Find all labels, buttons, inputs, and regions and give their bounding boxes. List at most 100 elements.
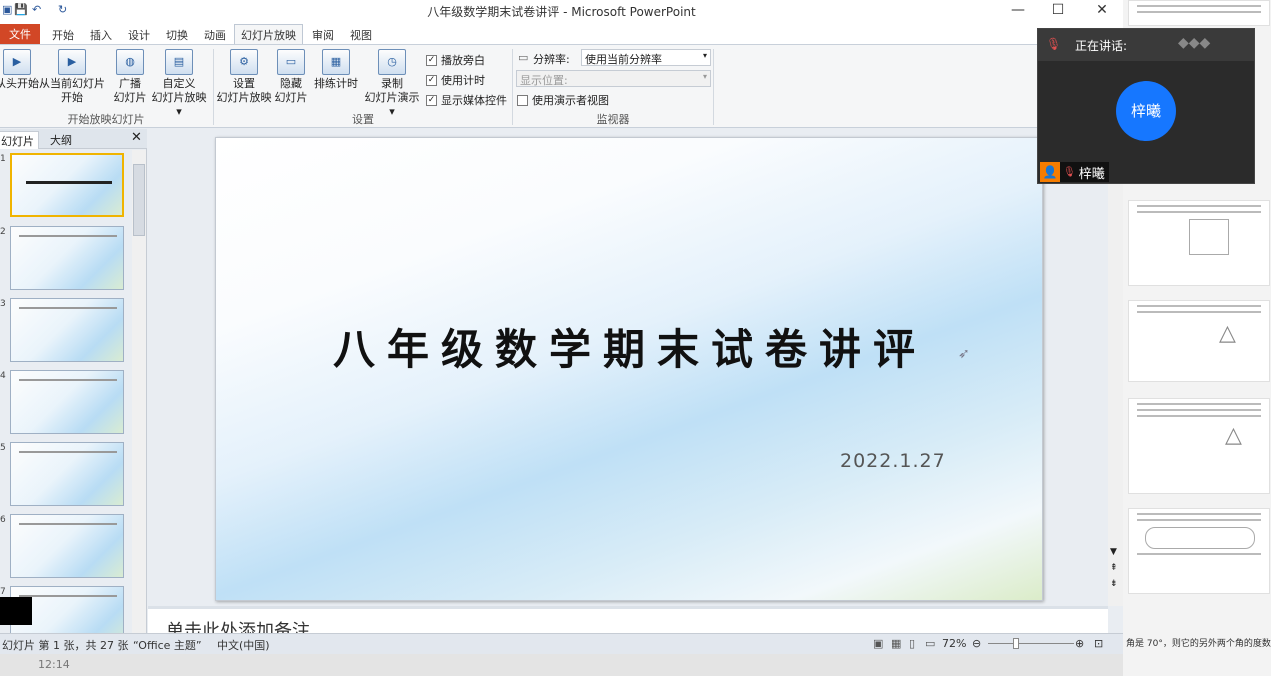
- normal-view-icon[interactable]: ▣: [873, 637, 883, 650]
- media-label: 显示媒体控件: [441, 94, 507, 107]
- slide-thumbnail[interactable]: [10, 370, 124, 434]
- next-slide-icon[interactable]: ⇟: [1110, 579, 1118, 589]
- rehearse-button[interactable]: ▦ 排练计时: [312, 49, 360, 91]
- zoom-out-icon[interactable]: ⊖: [972, 637, 981, 650]
- slide-scrollbar[interactable]: ▼ ⇞ ⇟: [1108, 129, 1123, 606]
- scroll-thumb[interactable]: [133, 164, 145, 236]
- zoom-in-icon[interactable]: ⊕: [1075, 637, 1084, 650]
- record-button[interactable]: ◷ 录制 幻灯片演示 ▾: [360, 49, 424, 119]
- prev-slide-icon[interactable]: ⇞: [1110, 563, 1118, 573]
- taskbar: 12:14: [0, 654, 1123, 676]
- doc-page: [1128, 200, 1270, 286]
- tab-animations[interactable]: 动画: [198, 25, 232, 44]
- tab-home[interactable]: 开始: [46, 25, 80, 44]
- tab-outline[interactable]: 大纲: [46, 131, 76, 149]
- media-controls-checkbox[interactable]: ✓ 显示媒体控件: [426, 92, 507, 108]
- slide-thumbnail[interactable]: [10, 442, 124, 506]
- slide-thumbnail[interactable]: [10, 514, 124, 578]
- tab-file[interactable]: 文件: [0, 24, 40, 44]
- presenter-view-checkbox[interactable]: 使用演示者视图: [517, 92, 609, 108]
- slide-info: 幻灯片 第 1 张，共 27 张: [2, 639, 129, 652]
- play-icon: ▶: [3, 49, 31, 75]
- slide-number: 3: [0, 299, 6, 309]
- slide-thumbnail[interactable]: [10, 153, 124, 217]
- broadcast-button[interactable]: ◍ 广播 幻灯片: [110, 49, 150, 105]
- broadcast-label: 广播: [119, 77, 141, 90]
- scroll-down-icon[interactable]: ▼: [1110, 547, 1117, 557]
- notes-placeholder[interactable]: 单击此处添加备注: [166, 617, 310, 633]
- timing-checkbox[interactable]: ✓ 使用计时: [426, 72, 485, 88]
- powerpoint-window: ▣ 💾 ↶ ↻ 八年级数学期末试卷讲评 - Microsoft PowerPoi…: [0, 0, 1123, 654]
- maximize-button[interactable]: ☐: [1038, 0, 1078, 22]
- close-icon[interactable]: ✕: [131, 130, 142, 145]
- slide-number: 4: [0, 371, 6, 381]
- tab-transitions[interactable]: 切换: [160, 25, 194, 44]
- participant-name: 梓曦: [1078, 166, 1105, 182]
- hide-label: 隐藏: [280, 77, 302, 90]
- check-icon: ✓: [426, 94, 437, 106]
- chevron-down-icon: ▾: [702, 72, 707, 81]
- from-start-button[interactable]: ▶ 从头开始: [0, 49, 40, 91]
- title-bar: ▣ 💾 ↶ ↻ 八年级数学期末试卷讲评 - Microsoft PowerPoi…: [0, 0, 1123, 22]
- start-group-label: 开始放映幻灯片: [67, 113, 145, 126]
- ribbon-tabs: 文件 开始 插入 设计 切换 动画 幻灯片放映 审阅 视图: [0, 22, 1123, 44]
- slide-number: 5: [0, 443, 6, 453]
- slideshow-view-icon[interactable]: ▭: [925, 637, 935, 650]
- slide-canvas: 八年级数学期末试卷讲评 ➶ 2022.1.27: [148, 129, 1123, 606]
- mic-muted-icon: 🎙: [1063, 166, 1076, 178]
- slide-thumbnail[interactable]: [10, 298, 124, 362]
- slide-title[interactable]: 八年级数学期末试卷讲评: [216, 316, 1042, 377]
- meeting-overlay: 🎙 正在讲话: ◆◆◆ 梓曦 👤 🎙 梓曦: [1037, 28, 1255, 184]
- zoom-level[interactable]: 72%: [942, 637, 966, 650]
- check-icon: ✓: [426, 54, 437, 66]
- tab-slides[interactable]: 幻灯片: [0, 131, 39, 149]
- current-slide[interactable]: 八年级数学期末试卷讲评 ➶ 2022.1.27: [215, 137, 1043, 601]
- thumbnail-scrollbar[interactable]: [132, 150, 146, 633]
- resolution-select[interactable]: 使用当前分辨率 ▾: [581, 49, 711, 66]
- grid-figure: [1189, 219, 1229, 255]
- show-on-select[interactable]: 显示位置: ▾: [516, 70, 711, 87]
- zoom-slider-thumb[interactable]: [1013, 638, 1019, 649]
- tab-insert[interactable]: 插入: [84, 25, 118, 44]
- sorter-view-icon[interactable]: ▦: [891, 637, 901, 650]
- tab-design[interactable]: 设计: [122, 25, 156, 44]
- narration-checkbox[interactable]: ✓ 播放旁白: [426, 52, 485, 68]
- avatar[interactable]: 梓曦: [1116, 81, 1176, 141]
- mic-muted-icon: 🎙: [1046, 37, 1062, 51]
- from-current-button[interactable]: ▶ 从当前幻灯片 开始: [38, 49, 106, 105]
- custom-show-label: 自定义: [162, 77, 196, 90]
- slide-thumbnail[interactable]: [10, 226, 124, 290]
- from-current-label-2: 开始: [61, 91, 83, 104]
- globe-icon: ◍: [116, 49, 144, 75]
- tab-view[interactable]: 视图: [344, 25, 378, 44]
- slide-number: 2: [0, 227, 6, 237]
- play-current-icon: ▶: [58, 49, 86, 75]
- custom-show-button[interactable]: ▤ 自定义 幻灯片放映 ▾: [148, 49, 210, 119]
- hide-slide-button[interactable]: ▭ 隐藏 幻灯片: [272, 49, 310, 105]
- hide-label-2: 幻灯片: [274, 91, 308, 104]
- doc-page: [1128, 0, 1270, 26]
- tab-slideshow[interactable]: 幻灯片放映: [234, 24, 303, 44]
- fit-window-icon[interactable]: ⊡: [1094, 637, 1103, 650]
- setup-label: 设置: [233, 77, 255, 90]
- narration-label: 播放旁白: [441, 54, 485, 67]
- language[interactable]: 中文(中国): [217, 637, 270, 653]
- zoom-slider[interactable]: [988, 643, 1074, 644]
- setup-show-button[interactable]: ⚙ 设置 幻灯片放映: [216, 49, 272, 105]
- rehearse-label: 排练计时: [314, 77, 358, 90]
- notes-pane[interactable]: 单击此处添加备注: [148, 606, 1108, 633]
- close-button[interactable]: ✕: [1082, 0, 1122, 22]
- from-start-label: 从头开始: [0, 77, 39, 90]
- panel-tabs: 幻灯片 大纲 ✕: [0, 129, 147, 149]
- presenter-view-label: 使用演示者视图: [532, 94, 609, 107]
- setup-group-label: 设置: [352, 113, 374, 126]
- doc-page: △: [1128, 398, 1270, 494]
- tab-review[interactable]: 审阅: [306, 25, 340, 44]
- participant-nameplate: 👤 🎙 梓曦: [1040, 162, 1109, 182]
- reading-view-icon[interactable]: ▯: [909, 637, 915, 650]
- status-bar: 幻灯片 第 1 张，共 27 张 “Office 主题” 中文(中国) ▣ ▦ …: [0, 633, 1123, 654]
- slide-date[interactable]: 2022.1.27: [840, 450, 946, 472]
- thumbnail-list[interactable]: 1 2 3 4 5 6 7: [0, 150, 132, 633]
- minimize-button[interactable]: —: [998, 0, 1038, 22]
- slides-panel: 幻灯片 大纲 ✕ 1 2 3 4 5 6 7: [0, 129, 147, 633]
